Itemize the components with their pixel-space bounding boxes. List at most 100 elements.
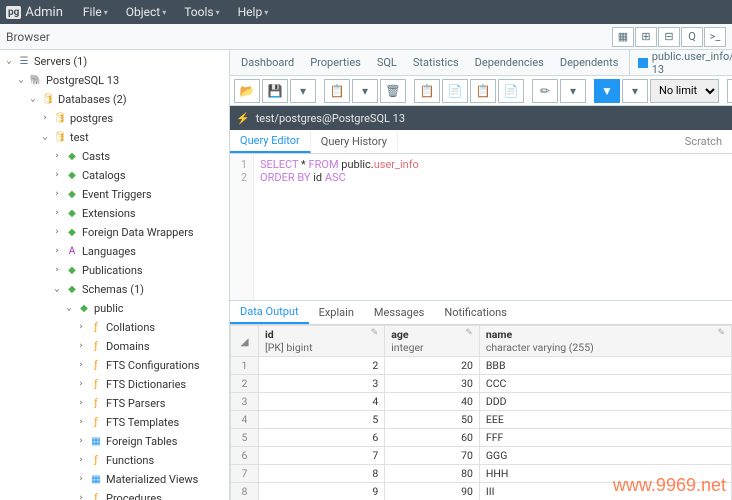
tab-query-editor[interactable]: Query Editor	[230, 130, 311, 153]
tree-node[interactable]: ›ƒFunctions	[0, 451, 229, 470]
toolbar-button[interactable]: 📂	[234, 79, 260, 103]
expander-icon[interactable]: ⌄	[64, 300, 74, 317]
expander-icon[interactable]: ›	[76, 433, 86, 450]
column-header[interactable]: age✎integer	[385, 326, 480, 357]
tree-node[interactable]: ›▦Materialized Views	[0, 470, 229, 489]
menu-object[interactable]: Object ▾	[118, 2, 174, 22]
tree-node[interactable]: ›ƒCollations	[0, 318, 229, 337]
tree-button[interactable]: ⊞	[635, 27, 657, 47]
tree-node[interactable]: ›◆Extensions	[0, 204, 229, 223]
tree-node[interactable]: ›ƒFTS Dictionaries	[0, 375, 229, 394]
tree-node[interactable]: ›◆Publications	[0, 261, 229, 280]
expander-icon[interactable]: ›	[76, 319, 86, 336]
expander-icon[interactable]: ›	[52, 186, 62, 203]
toolbar-button[interactable]: 🗑	[380, 79, 406, 103]
toolbar-button[interactable]: 📋	[414, 79, 440, 103]
tree-node[interactable]: ⌄🐘PostgreSQL 13	[0, 71, 229, 90]
table-row[interactable]: 2330CCC	[231, 375, 732, 393]
pencil-icon[interactable]: ✎	[717, 328, 725, 338]
tree-node[interactable]: ⌄🛢test	[0, 128, 229, 147]
menu-file[interactable]: File ▾	[75, 2, 116, 22]
toolbar-button[interactable]: ✏	[532, 79, 558, 103]
expander-icon[interactable]: ⌄	[28, 91, 38, 108]
expander-icon[interactable]: ›	[52, 167, 62, 184]
connection-bar[interactable]: ⚡ test/postgres@PostgreSQL 13	[230, 106, 732, 130]
tree-node[interactable]: ⌄☰Servers (1)	[0, 52, 229, 71]
table-row[interactable]: 4550EEE	[231, 411, 732, 429]
tab-query-history[interactable]: Query History	[311, 131, 398, 152]
query-tool-tab[interactable]: public.user_info/test/postgres@PostgreSQ…	[629, 50, 732, 79]
tab-dependencies[interactable]: Dependencies	[468, 52, 551, 73]
tab-data-output[interactable]: Data Output	[230, 301, 309, 324]
tree-node[interactable]: ⌄🛢Databases (2)	[0, 90, 229, 109]
expander-icon[interactable]: ⌄	[40, 129, 50, 146]
expander-icon[interactable]: ›	[76, 376, 86, 393]
expander-icon[interactable]: ›	[52, 148, 62, 165]
menu-tools[interactable]: Tools ▾	[176, 2, 227, 22]
expander-icon[interactable]: ›	[76, 395, 86, 412]
expander-icon[interactable]: ›	[76, 414, 86, 431]
pencil-icon[interactable]: ✎	[371, 328, 379, 338]
toolbar-button[interactable]: ▾	[352, 79, 378, 103]
corner-cell[interactable]: ◢	[231, 326, 259, 357]
table-row[interactable]: 7880HHH	[231, 465, 732, 483]
data-grid[interactable]: ◢id✎[PK] bigintage✎integername✎character…	[230, 325, 732, 500]
tab-dashboard[interactable]: Dashboard	[234, 52, 301, 73]
toolbar-button[interactable]: ▾	[560, 79, 586, 103]
table-row[interactable]: 5660FFF	[231, 429, 732, 447]
table-button[interactable]: ⊟	[658, 27, 680, 47]
expander-icon[interactable]: ›	[76, 452, 86, 469]
expander-icon[interactable]: ⌄	[4, 53, 14, 70]
expander-icon[interactable]: ⌄	[52, 281, 62, 298]
expander-icon[interactable]: ›	[52, 262, 62, 279]
expander-icon[interactable]: ›	[52, 224, 62, 241]
toolbar-button[interactable]: 📄	[498, 79, 524, 103]
tree-node[interactable]: ›ƒDomains	[0, 337, 229, 356]
tree-node[interactable]: ›🛢postgres	[0, 109, 229, 128]
tree-node[interactable]: ›◆Foreign Data Wrappers	[0, 223, 229, 242]
expander-icon[interactable]: ›	[76, 338, 86, 355]
tree-node[interactable]: ›◆Catalogs	[0, 166, 229, 185]
sql-editor[interactable]: 12 SELECT * FROM public.user_info ORDER …	[230, 154, 732, 300]
column-header[interactable]: id✎[PK] bigint	[259, 326, 385, 357]
tab-explain[interactable]: Explain	[309, 302, 364, 323]
tree-node[interactable]: ›ƒFTS Templates	[0, 413, 229, 432]
expander-icon[interactable]: ›	[76, 490, 86, 500]
search-button[interactable]: Q	[681, 27, 703, 47]
tree-node[interactable]: ›▦Foreign Tables	[0, 432, 229, 451]
expander-icon[interactable]: ⌄	[16, 72, 26, 89]
limit-select[interactable]: No limit	[650, 79, 719, 103]
tab-properties[interactable]: Properties	[303, 52, 368, 73]
toolbar-button[interactable]: ▶	[727, 79, 732, 103]
object-tree[interactable]: ⌄☰Servers (1)⌄🐘PostgreSQL 13⌄🛢Databases …	[0, 50, 230, 500]
table-row[interactable]: 3440DDD	[231, 393, 732, 411]
toolbar-button[interactable]: 📋	[470, 79, 496, 103]
tree-node[interactable]: ›ƒFTS Configurations	[0, 356, 229, 375]
pencil-icon[interactable]: ✎	[465, 328, 473, 338]
toolbar-button[interactable]: 📄	[442, 79, 468, 103]
tab-dependents[interactable]: Dependents	[553, 52, 626, 73]
table-row[interactable]: 6770GGG	[231, 447, 732, 465]
menu-help[interactable]: Help ▾	[230, 2, 277, 22]
tab-notifications[interactable]: Notifications	[434, 302, 517, 323]
table-row[interactable]: 1220BBB	[231, 357, 732, 375]
expander-icon[interactable]: ›	[40, 110, 50, 127]
tree-node[interactable]: ›ƒProcedures	[0, 489, 229, 500]
tree-node[interactable]: ⌄◆public	[0, 299, 229, 318]
toolbar-button[interactable]: 💾	[262, 79, 288, 103]
expander-icon[interactable]: ›	[52, 205, 62, 222]
expander-icon[interactable]: ›	[76, 357, 86, 374]
toolbar-button[interactable]: ▾	[290, 79, 316, 103]
toolbar-button[interactable]: ▼	[594, 79, 620, 103]
tree-node[interactable]: ›◆Casts	[0, 147, 229, 166]
column-header[interactable]: name✎character varying (255)	[479, 326, 731, 357]
expander-icon[interactable]: ›	[52, 243, 62, 260]
table-row[interactable]: 8990III	[231, 483, 732, 500]
tree-node[interactable]: ›ALanguages	[0, 242, 229, 261]
terminal-button[interactable]: >_	[704, 27, 726, 47]
toolbar-button[interactable]: ▾	[622, 79, 648, 103]
tree-node[interactable]: ⌄◆Schemas (1)	[0, 280, 229, 299]
tab-messages[interactable]: Messages	[364, 302, 434, 323]
tab-statistics[interactable]: Statistics	[406, 52, 466, 73]
expander-icon[interactable]: ›	[76, 471, 86, 488]
